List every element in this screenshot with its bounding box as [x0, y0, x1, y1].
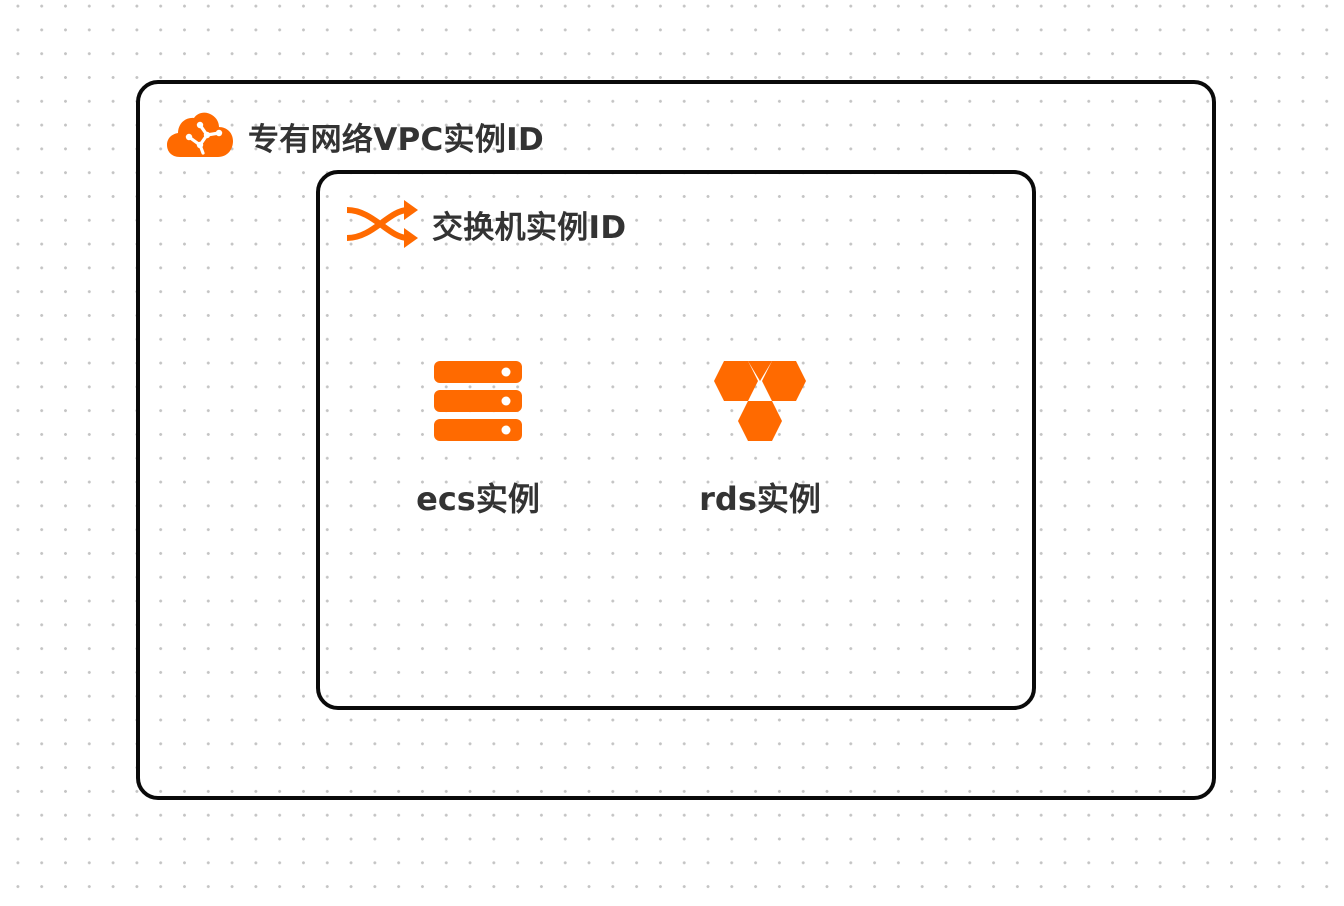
ecs-node: ecs实例 [398, 358, 558, 520]
rds-hexagon-icon [712, 358, 808, 444]
ecs-label: ecs实例 [416, 480, 540, 518]
vpc-cloud-icon [166, 111, 234, 161]
vpc-group-title: 专有网络VPC实例ID [166, 108, 544, 164]
vpc-label: 专有网络VPC实例ID [248, 121, 545, 158]
vswitch-group-title: 交换机实例ID [344, 196, 626, 252]
rds-label: rds实例 [699, 480, 821, 518]
vswitch-label: 交换机实例ID [432, 209, 627, 246]
vswitch-shuffle-icon [344, 198, 418, 250]
ecs-server-icon [433, 358, 523, 444]
rds-node: rds实例 [680, 358, 840, 520]
